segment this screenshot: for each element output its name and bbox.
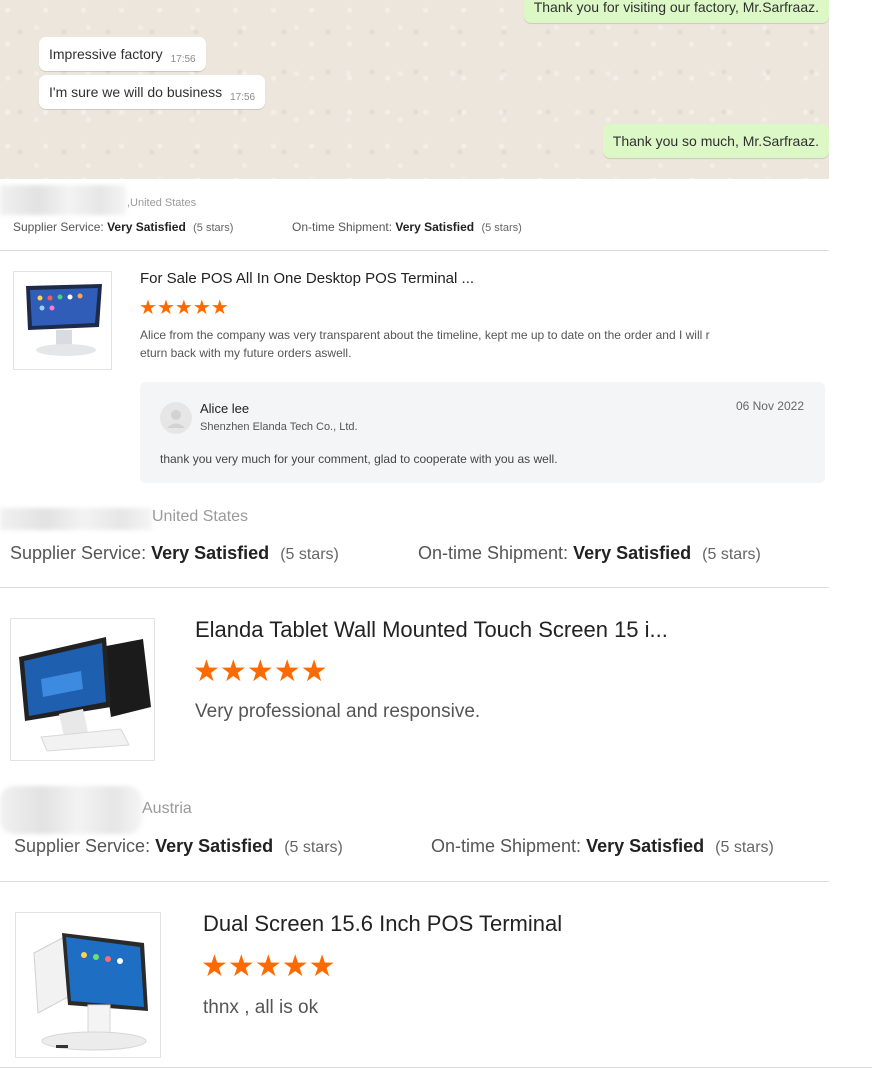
chat-screenshot: Thank you for visiting our factory, Mr.S… <box>0 0 829 179</box>
divider <box>0 250 829 251</box>
shipment-value: Very Satisfied <box>395 220 475 234</box>
supplier-service-label: Supplier Service: <box>10 543 147 563</box>
star-rating: ★★★★★ <box>201 952 336 982</box>
shipment-count: (5 stars) <box>715 839 774 856</box>
product-title[interactable]: For Sale POS All In One Desktop POS Term… <box>140 270 474 287</box>
product-thumbnail[interactable] <box>13 271 112 370</box>
shipment-count: (5 stars) <box>481 222 522 234</box>
supplier-service-label: Supplier Service: <box>14 836 151 856</box>
on-time-shipment-rating: On-time Shipment: Very Satisfied (5 star… <box>418 543 761 564</box>
reviewer-country: Austria <box>142 800 192 817</box>
supplier-service-value: Very Satisfied <box>107 220 186 234</box>
supplier-service-value: Very Satisfied <box>155 836 274 856</box>
chat-message-text: I'm sure we will do business <box>49 84 223 100</box>
product-title[interactable]: Elanda Tablet Wall Mounted Touch Screen … <box>195 617 668 643</box>
user-avatar-icon <box>160 402 192 434</box>
divider <box>0 587 829 588</box>
star-rating: ★★★★★ <box>193 657 328 687</box>
shipment-label: On-time Shipment: <box>431 836 582 856</box>
divider <box>0 1067 872 1068</box>
shipment-value: Very Satisfied <box>573 543 692 563</box>
chat-message-in: Impressive factory 17:56 <box>39 37 206 71</box>
star-icon: ★ <box>201 950 228 983</box>
star-icon: ★ <box>193 655 220 688</box>
supplier-service-rating: Supplier Service: Very Satisfied (5 star… <box>14 836 343 857</box>
supplier-service-count: (5 stars) <box>284 839 343 856</box>
star-icon: ★ <box>156 297 175 319</box>
reply-date: 06 Nov 2022 <box>735 399 804 413</box>
chat-message-out: Thank you so much, Mr.Sarfraaz. <box>602 124 829 158</box>
review-comment-line: eturn back with my future orders aswell. <box>140 346 352 360</box>
supplier-reply: Alice lee Shenzhen Elanda Tech Co., Ltd.… <box>140 382 825 483</box>
shipment-label: On-time Shipment: <box>418 543 569 563</box>
shipment-value: Very Satisfied <box>586 836 705 856</box>
supplier-service-value: Very Satisfied <box>151 543 270 563</box>
chat-message-text: Thank you so much, Mr.Sarfraaz. <box>612 133 819 149</box>
reply-author-name: Alice lee <box>200 401 250 416</box>
chat-message-text: Thank you for visiting our factory, Mr.S… <box>533 0 819 15</box>
chat-message-text: Impressive factory <box>49 46 163 62</box>
chat-message-time: 17:56 <box>230 92 256 103</box>
star-icon: ★ <box>254 950 282 983</box>
divider <box>0 881 829 882</box>
star-icon: ★ <box>246 655 274 688</box>
star-icon: ★ <box>273 655 301 688</box>
chat-message-in: I'm sure we will do business 17:56 <box>39 75 266 109</box>
star-icon: ★ <box>300 655 328 688</box>
pos-terminal-image <box>33 933 148 1051</box>
redacted-username <box>0 508 152 530</box>
star-icon: ★ <box>192 297 211 319</box>
supplier-service-count: (5 stars) <box>193 222 234 234</box>
product-thumbnail[interactable] <box>10 618 155 761</box>
on-time-shipment-rating: On-time Shipment: Very Satisfied (5 star… <box>431 836 774 857</box>
shipment-label: On-time Shipment: <box>292 220 393 234</box>
supplier-service-label: Supplier Service: <box>13 220 104 234</box>
reply-text: thank you very much for your comment, gl… <box>160 452 558 466</box>
pos-terminal-image <box>19 637 151 752</box>
star-icon: ★ <box>281 950 309 983</box>
redacted-username <box>0 185 126 215</box>
chat-message-out: Thank you for visiting our factory, Mr.S… <box>523 0 829 23</box>
product-title[interactable]: Dual Screen 15.6 Inch POS Terminal <box>203 911 562 937</box>
redacted-username <box>0 786 142 834</box>
product-thumbnail[interactable] <box>15 912 161 1058</box>
review-comment-line: Alice from the company was very transpar… <box>140 328 710 342</box>
reply-company: Shenzhen Elanda Tech Co., Ltd. <box>200 421 358 433</box>
star-icon: ★ <box>210 297 229 319</box>
reviewer-country: United States <box>152 508 249 525</box>
star-icon: ★ <box>139 297 157 319</box>
reviewer-country: ,United States <box>127 197 197 209</box>
star-icon: ★ <box>219 655 247 688</box>
star-rating: ★★★★★ <box>139 298 229 318</box>
pos-terminal-image <box>26 284 102 356</box>
shipment-count: (5 stars) <box>702 546 761 563</box>
review-comment: thnx , all is ok <box>203 997 319 1018</box>
on-time-shipment-rating: On-time Shipment: Very Satisfied (5 star… <box>292 220 522 234</box>
review-comment: Very professional and responsive. <box>195 701 481 722</box>
star-icon: ★ <box>227 950 255 983</box>
star-icon: ★ <box>308 950 336 983</box>
chat-message-time: 17:56 <box>170 54 196 65</box>
supplier-service-count: (5 stars) <box>280 546 339 563</box>
star-icon: ★ <box>174 297 193 319</box>
supplier-service-rating: Supplier Service: Very Satisfied (5 star… <box>13 220 233 234</box>
supplier-service-rating: Supplier Service: Very Satisfied (5 star… <box>10 543 339 564</box>
